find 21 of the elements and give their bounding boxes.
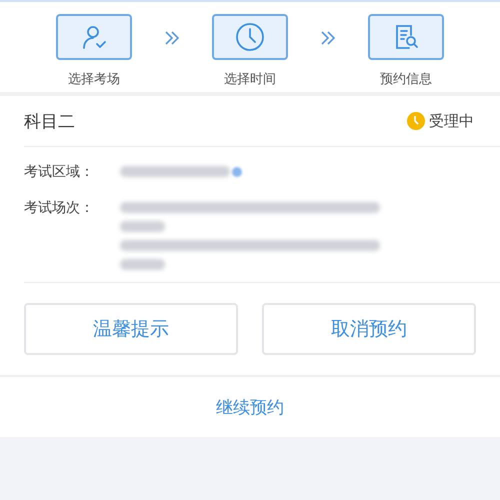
- step-icon-box[interactable]: [212, 14, 288, 60]
- user-check-icon: [81, 24, 107, 50]
- double-chevron-icon: [165, 31, 179, 45]
- action-button[interactable]: 温馨提示: [24, 303, 238, 355]
- blurred-text: [120, 221, 165, 232]
- action-button[interactable]: 取消预约: [262, 303, 476, 355]
- step-icon-box[interactable]: [368, 14, 444, 60]
- status-text: 受理中: [429, 112, 474, 130]
- step-label: 预约信息: [380, 71, 432, 88]
- field-label: 考试场次：: [24, 199, 95, 218]
- step-label: 选择时间: [224, 71, 276, 88]
- double-chevron-icon: [321, 31, 335, 45]
- continue-link[interactable]: 继续预约: [216, 396, 284, 418]
- blurred-dot-icon: [232, 166, 242, 176]
- clock-icon: [407, 112, 425, 130]
- subject-title: 科目二: [24, 110, 75, 132]
- field-label: 考试区域：: [24, 163, 95, 181]
- step-label: 选择考场: [68, 71, 120, 88]
- clock-icon: [235, 22, 265, 52]
- blurred-text: [120, 259, 165, 270]
- step-icon-box[interactable]: [56, 14, 132, 60]
